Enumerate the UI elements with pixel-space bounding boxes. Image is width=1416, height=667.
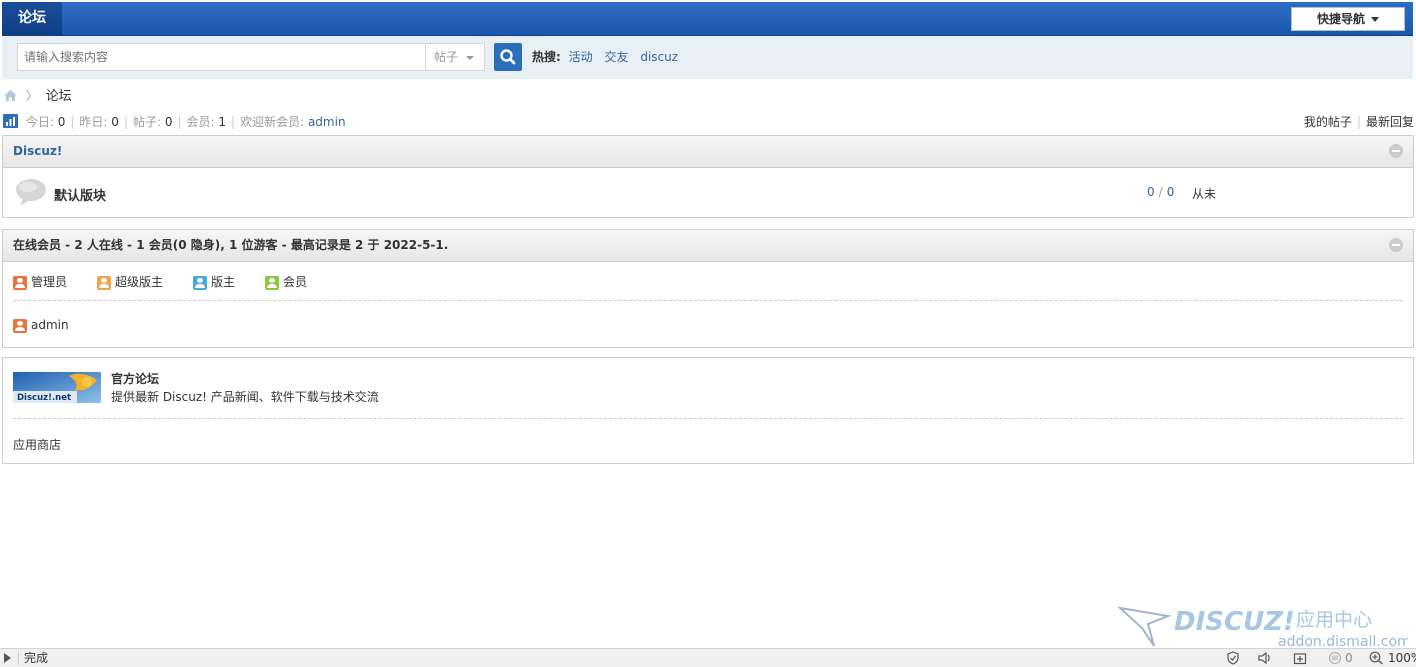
my-posts-link[interactable]: 我的帖子 — [1304, 115, 1352, 129]
yesterday-label: 昨日: — [79, 115, 108, 129]
legend-item-moderator: 版主 — [193, 274, 235, 290]
member-legend: 管理员 超级版主 版主 会员 — [13, 262, 1403, 301]
search-bar: 帖子 热搜: 活动 交友 discuz — [2, 36, 1413, 79]
online-members-box: 在线会员 - 2 人在线 - 1 会员(0 隐身), 1 位游客 - 最高记录是… — [2, 229, 1414, 348]
divider: | — [177, 115, 182, 129]
breadcrumb-separator: 〉 — [25, 89, 38, 103]
member-link[interactable]: admin — [31, 318, 69, 332]
speaker-icon[interactable] — [1257, 651, 1273, 665]
zoom-level[interactable]: 100% — [1388, 649, 1416, 667]
quick-nav-button[interactable]: 快捷导航 — [1291, 7, 1405, 31]
watermark-suffix: 应用中心 — [1296, 609, 1372, 631]
category-title[interactable]: Discuz! — [13, 144, 62, 158]
stats-links: 我的帖子 | 最新回复 — [1304, 114, 1414, 130]
featured-link: Discuz!.net 官方论坛 提供最新 Discuz! 产品新闻、软件下载与… — [13, 358, 1403, 419]
search-icon — [500, 49, 516, 65]
legend-item-admin: 管理员 — [13, 274, 67, 290]
legend-item-member: 会员 — [265, 274, 307, 290]
browser-status-bar: 完成 0 100% — [0, 648, 1416, 667]
forum-row: 默认版块 0/0 从未 — [3, 168, 1413, 217]
shield-icon[interactable] — [1226, 651, 1240, 665]
super-moderator-user-icon — [97, 275, 111, 290]
quick-nav-label: 快捷导航 — [1316, 12, 1365, 26]
today-label: 今日: — [25, 115, 54, 129]
breadcrumb: 〉 论坛 — [3, 88, 72, 104]
add-window-icon[interactable] — [1293, 651, 1307, 665]
forum-name-link[interactable]: 默认版块 — [54, 185, 106, 204]
admin-user-icon — [13, 318, 27, 333]
online-title: 在线会员 - 2 人在线 - 1 会员(0 隐身), 1 位游客 - 最高记录是… — [13, 238, 449, 252]
member-user-icon — [265, 275, 279, 290]
chevron-down-icon — [1371, 17, 1379, 22]
friend-links-box: Discuz!.net 官方论坛 提供最新 Discuz! 产品新闻、软件下载与… — [2, 357, 1414, 464]
hot-search-label: 热搜: — [532, 50, 561, 64]
logo-text: Discuz!.net — [17, 393, 71, 403]
online-member-list: admin — [3, 301, 1413, 347]
newest-member-link[interactable]: admin — [308, 115, 346, 129]
divider: | — [70, 115, 75, 129]
breadcrumb-current[interactable]: 论坛 — [46, 89, 72, 104]
nav-tab-forum[interactable]: 论坛 — [2, 2, 62, 35]
legend-label: 版主 — [211, 275, 236, 289]
members-count: 1 — [218, 115, 227, 129]
discuz-watermark-logo: DISCUZ! 应用中心 addon.dismall.com — [1118, 606, 1408, 650]
collapse-icon[interactable] — [1389, 238, 1403, 252]
legend-label: 超级版主 — [115, 275, 164, 289]
divider — [18, 651, 19, 665]
moderator-user-icon — [193, 275, 207, 290]
online-header: 在线会员 - 2 人在线 - 1 会员(0 隐身), 1 位游客 - 最高记录是… — [3, 230, 1413, 262]
legend-label: 管理员 — [31, 275, 68, 289]
official-forum-link[interactable]: 官方论坛 — [111, 370, 159, 387]
hot-term-3[interactable]: discuz — [640, 50, 678, 64]
status-text: 完成 — [24, 651, 49, 665]
posts-label: 帖子: — [132, 115, 161, 129]
posts-count: 0 — [164, 115, 173, 129]
collapse-icon[interactable] — [1389, 144, 1403, 158]
hot-term-1[interactable]: 活动 — [569, 50, 593, 64]
legend-item-super-moderator: 超级版主 — [97, 274, 163, 290]
list-item: admin — [13, 317, 69, 333]
divider: | — [1356, 115, 1361, 129]
today-count: 0 — [57, 115, 66, 129]
zoom-icon[interactable] — [1369, 651, 1384, 665]
legend-label: 会员 — [283, 275, 308, 289]
download-counter-icon[interactable] — [1328, 651, 1342, 665]
members-label: 会员: — [186, 115, 215, 129]
divider: | — [123, 115, 128, 129]
chart-icon — [3, 114, 18, 128]
category-box: Discuz! 默认版块 0/0 从未 — [2, 135, 1414, 218]
forum-stats: 今日: 0 | 昨日: 0 | 帖子: 0 | 会员: 1 | 欢迎新会员: admin 我的帖… — [3, 114, 1414, 130]
divider: | — [231, 115, 236, 129]
discuz-logo-image[interactable]: Discuz!.net — [13, 372, 101, 403]
yesterday-count: 0 — [111, 115, 119, 129]
count-separator: / — [1158, 185, 1163, 199]
top-nav-bar: 论坛 快捷导航 — [2, 2, 1413, 36]
download-count: 0 — [1345, 651, 1353, 665]
search-type-label: 帖子 — [434, 50, 459, 64]
forum-bubble-icon — [16, 179, 46, 206]
text-links: 应用商店 — [3, 419, 1413, 463]
official-forum-desc: 提供最新 Discuz! 产品新闻、软件下载与技术交流 — [111, 390, 379, 404]
newest-member-label: 欢迎新会员: — [240, 115, 305, 129]
app-store-link[interactable]: 应用商店 — [13, 436, 61, 453]
thread-count: 0 — [1147, 185, 1155, 199]
post-count: 0 — [1166, 185, 1175, 199]
search-input[interactable] — [17, 43, 425, 71]
hot-search: 热搜: 活动 交友 discuz — [532, 49, 686, 65]
last-post: 从未 — [1192, 187, 1217, 201]
forum-counts: 0/0 — [1147, 185, 1174, 199]
watermark-brand: DISCUZ! — [1174, 607, 1295, 637]
latest-reply-link[interactable]: 最新回复 — [1366, 115, 1414, 129]
search-type-select[interactable]: 帖子 — [425, 43, 485, 71]
search-button[interactable] — [494, 43, 522, 71]
play-icon[interactable] — [4, 653, 11, 663]
hot-term-2[interactable]: 交友 — [604, 50, 628, 64]
chevron-down-icon — [466, 56, 474, 60]
home-icon[interactable] — [3, 89, 18, 102]
admin-user-icon — [13, 275, 27, 290]
category-header: Discuz! — [3, 136, 1413, 168]
